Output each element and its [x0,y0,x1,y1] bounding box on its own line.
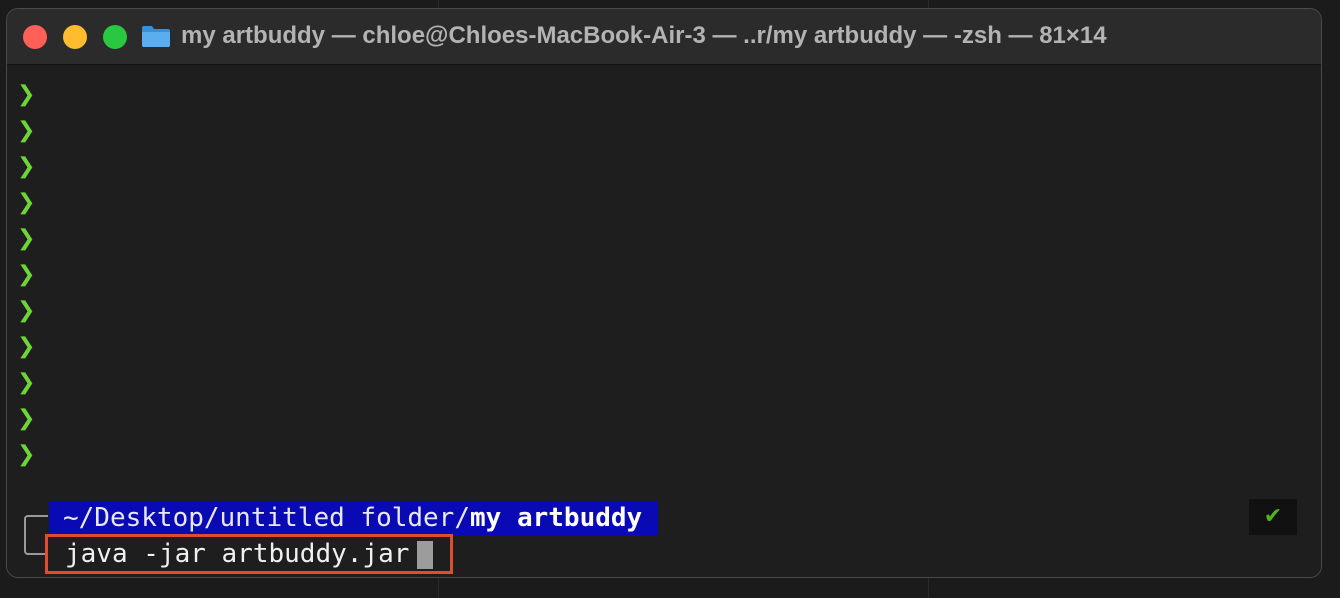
prompt-line: ❯ [17,370,36,395]
prompt-line: ❯ [17,226,36,251]
path-current: my artbuddy [470,503,643,533]
desktop: my artbuddy — chloe@Chloes-MacBook-Air-3… [0,0,1340,598]
prompt-path: ~/Desktop/untitled folder/my artbuddy [49,501,659,535]
prompt-line: ❯ [17,262,36,287]
prompt-line: ❯ [17,442,36,467]
path-prefix: ~/Desktop/untitled folder/ [63,503,470,533]
terminal-window[interactable]: my artbuddy — chloe@Chloes-MacBook-Air-3… [6,8,1322,578]
title-bar[interactable]: my artbuddy — chloe@Chloes-MacBook-Air-3… [7,9,1321,65]
terminal-content[interactable]: ~/Desktop/untitled folder/my artbuddy ja… [7,65,1321,577]
prompt-line: ❯ [17,154,36,179]
command-input[interactable]: java -jar artbuddy.jar [65,538,409,570]
prompt-line: ❯ [17,82,36,107]
prompt-line: ❯ [17,118,36,143]
close-button[interactable] [23,25,47,49]
prompt-line: ❯ [17,406,36,431]
text-cursor [417,541,433,569]
window-title: my artbuddy — chloe@Chloes-MacBook-Air-3… [181,22,1107,49]
prompt-line: ❯ [17,298,36,323]
minimize-button[interactable] [63,25,87,49]
zoom-button[interactable] [103,25,127,49]
prompt-line: ❯ [17,190,36,215]
prompt-line: ❯ [17,334,36,359]
folder-icon [142,26,170,47]
checkmark-icon: ✔ [1249,499,1297,535]
